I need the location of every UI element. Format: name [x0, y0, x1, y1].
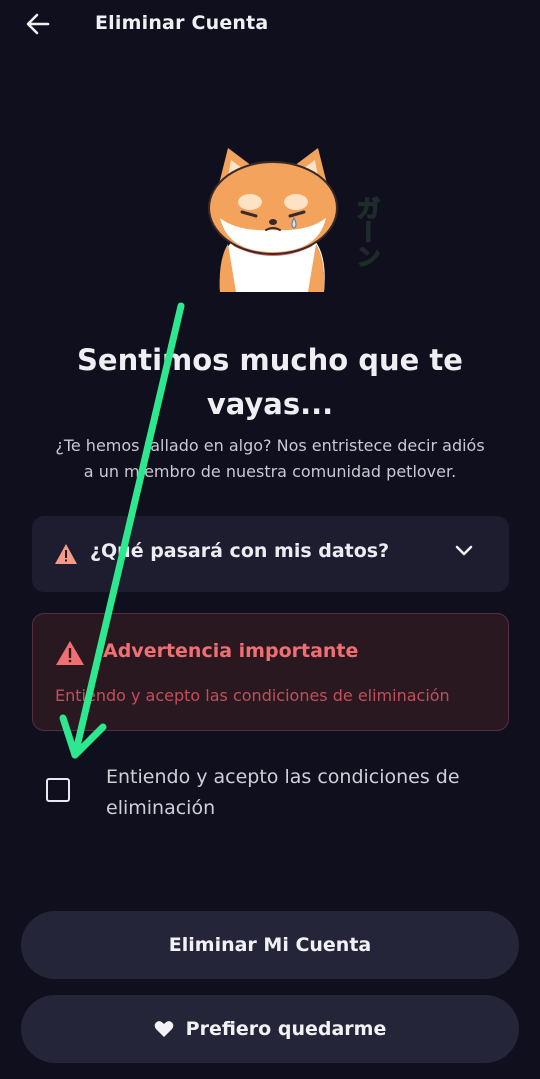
- warning-title: Advertencia importante: [103, 640, 359, 662]
- confirm-label-line-1: Entiendo y acepto las condiciones de: [106, 766, 460, 788]
- headline-line-2: vayas...: [206, 387, 334, 421]
- important-warning-card: Advertencia importante Entiendo y acepto…: [32, 613, 509, 731]
- stay-button[interactable]: Prefiero quedarme: [21, 995, 519, 1063]
- chevron-down-icon: [455, 545, 473, 556]
- confirm-checkbox[interactable]: [46, 778, 70, 802]
- sad-shiba-dog-icon: ガーン: [208, 148, 381, 292]
- delete-account-screen: Eliminar Cuenta ガーン Sentimos mucho que t…: [0, 0, 540, 1079]
- subtitle-line-1: ¿Te hemos fallado en algo? Nos entristec…: [55, 436, 485, 455]
- headline-line-1: Sentimos mucho que te: [77, 343, 463, 377]
- data-info-accordion[interactable]: ¿Qué pasará con mis datos?: [32, 516, 509, 592]
- delete-account-button[interactable]: Eliminar Mi Cuenta: [21, 911, 519, 979]
- app-header: Eliminar Cuenta: [0, 0, 540, 48]
- confirm-label-line-2: eliminación: [106, 797, 216, 819]
- subtitle: ¿Te hemos fallado en algo? Nos entristec…: [28, 433, 512, 485]
- delete-account-label: Eliminar Mi Cuenta: [168, 934, 372, 956]
- stay-label: Prefiero quedarme: [185, 1018, 387, 1040]
- back-button[interactable]: [22, 8, 54, 40]
- warning-triangle-icon: [55, 544, 77, 564]
- page-title: Eliminar Cuenta: [95, 12, 269, 34]
- warning-triangle-icon: [56, 641, 84, 665]
- confirm-row[interactable]: Entiendo y acepto las condiciones de eli…: [0, 760, 540, 830]
- mascot-text: ガーン: [352, 196, 380, 268]
- warning-body: Entiendo y acepto las condiciones de eli…: [55, 686, 450, 705]
- subtitle-line-2: a un miembro de nuestra comunidad petlov…: [83, 462, 457, 481]
- accordion-label: ¿Qué pasará con mis datos?: [90, 540, 390, 562]
- arrow-left-icon: [26, 13, 50, 35]
- confirm-label: Entiendo y acepto las condiciones de eli…: [106, 762, 516, 824]
- heart-icon: [154, 1020, 174, 1038]
- headline: Sentimos mucho que te vayas...: [40, 338, 500, 426]
